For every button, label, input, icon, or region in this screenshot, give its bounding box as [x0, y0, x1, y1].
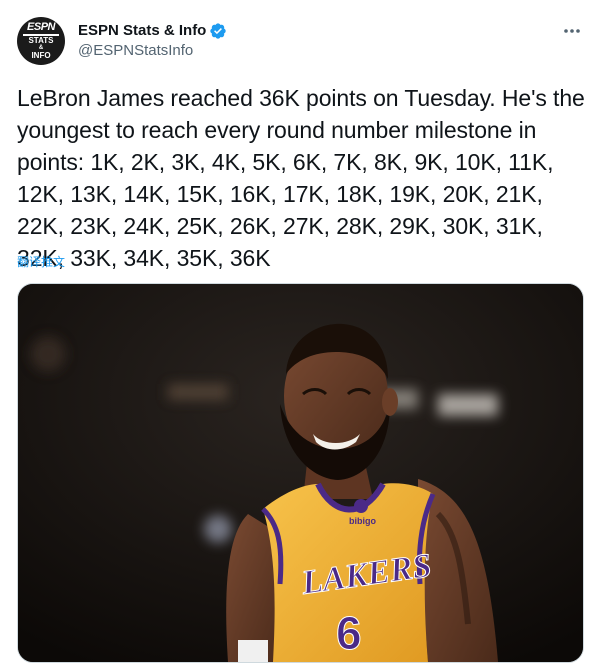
avatar-line-3: INFO — [31, 50, 51, 60]
verified-badge-icon — [210, 23, 227, 39]
author-display-name[interactable]: ESPN Stats & Info — [78, 22, 206, 40]
avatar-logo-text: ESPN — [27, 21, 55, 34]
sponsor-patch: bibigo — [349, 516, 376, 526]
avatar-line-1: STATS — [28, 35, 54, 45]
tweet-text: LeBron James reached 36K points on Tuesd… — [17, 85, 585, 271]
tweet-card: ESPN STATS & INFO ESPN Stats & Info @ESP… — [0, 0, 599, 672]
author-handle[interactable]: @ESPNStatsInfo — [78, 42, 193, 60]
tweet-photo[interactable]: LAKERS 6 bibigo — [17, 283, 584, 663]
jersey-number: 6 — [336, 607, 362, 659]
author-name-row: ESPN Stats & Info — [78, 22, 227, 40]
translate-tweet-link[interactable]: 翻译推文 — [17, 254, 65, 270]
player-photo: LAKERS 6 bibigo — [18, 284, 583, 662]
author-avatar[interactable]: ESPN STATS & INFO — [17, 17, 65, 65]
more-options-icon[interactable] — [560, 22, 584, 40]
